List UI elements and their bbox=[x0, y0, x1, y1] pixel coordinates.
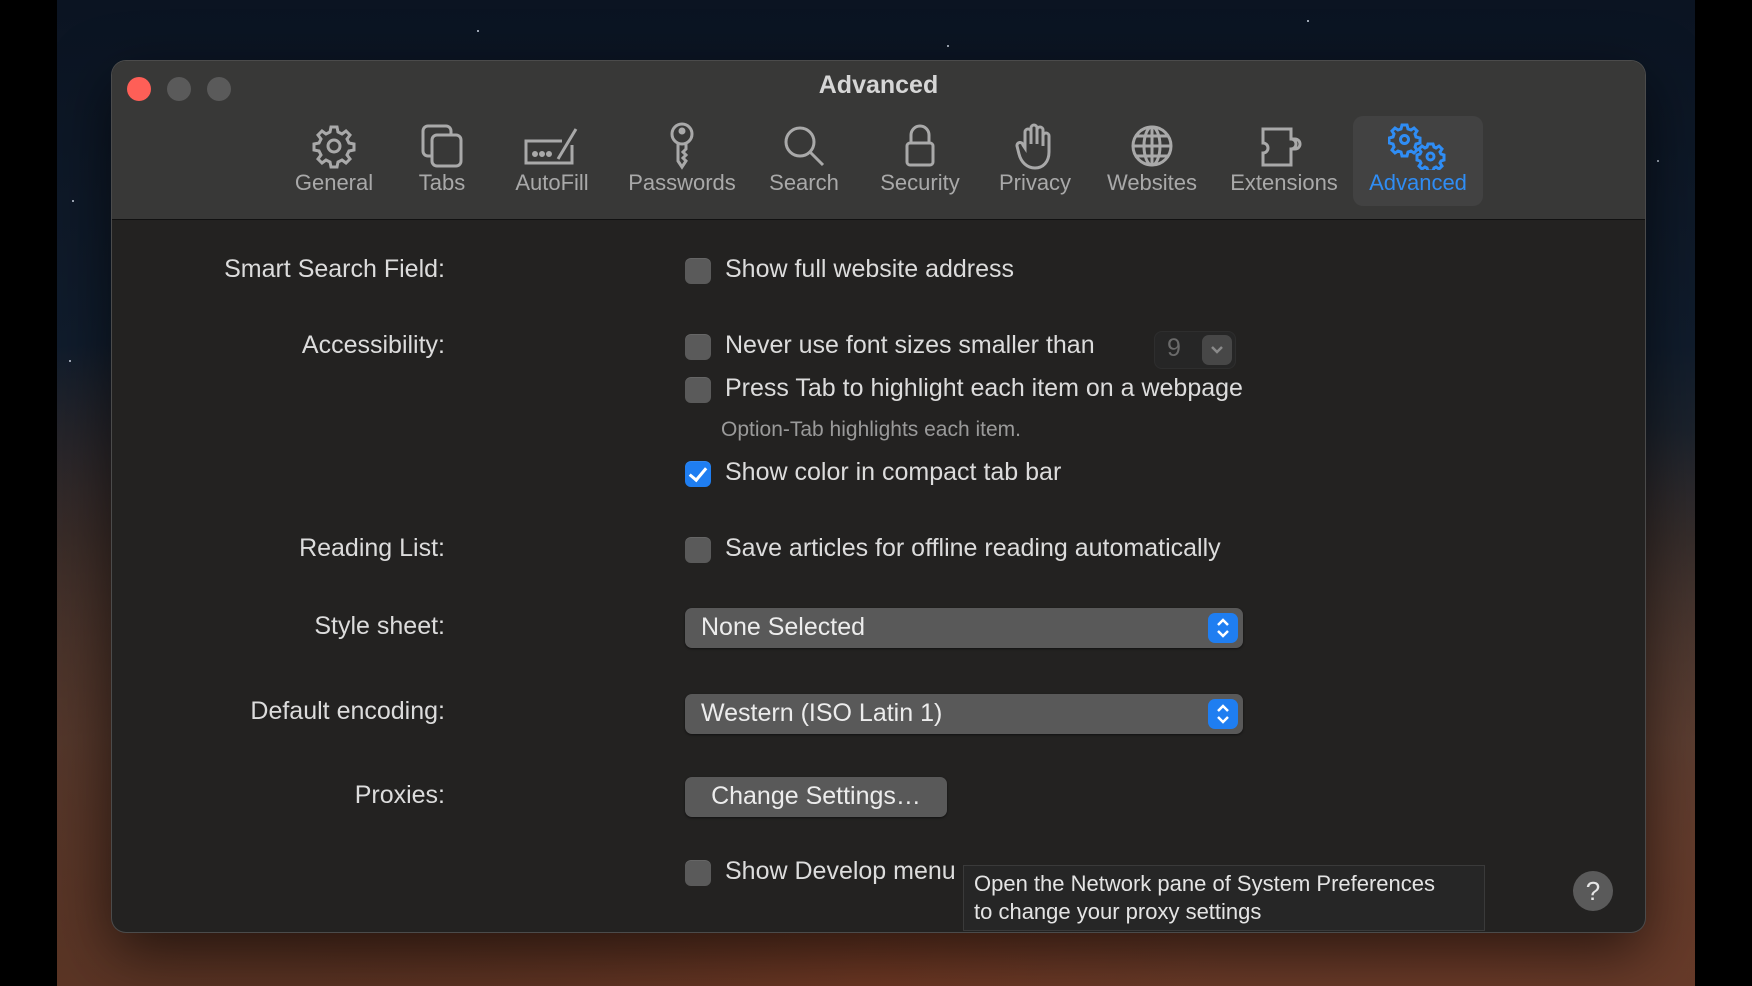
min-font-size-label[interactable]: Never use font sizes smaller than bbox=[725, 331, 1095, 360]
tab-passwords[interactable]: Passwords bbox=[622, 116, 742, 206]
globe-icon bbox=[1129, 122, 1175, 170]
puzzle-icon bbox=[1258, 122, 1310, 170]
preferences-toolbar: General Tabs AutoFill Passwords Search S… bbox=[112, 116, 1645, 208]
star bbox=[477, 30, 479, 32]
gear-icon bbox=[311, 122, 357, 170]
tab-privacy[interactable]: Privacy bbox=[990, 116, 1080, 206]
press-tab-checkbox[interactable] bbox=[685, 377, 711, 403]
save-offline-checkbox[interactable] bbox=[685, 537, 711, 563]
default-encoding-popup[interactable]: Western (ISO Latin 1) bbox=[685, 694, 1243, 734]
tab-advanced[interactable]: Advanced bbox=[1353, 116, 1483, 206]
tab-label: Passwords bbox=[628, 170, 736, 195]
reading-list-label: Reading List: bbox=[299, 534, 445, 562]
style-sheet-popup[interactable]: None Selected bbox=[685, 608, 1243, 648]
tab-security[interactable]: Security bbox=[870, 116, 970, 206]
smart-search-field-label: Smart Search Field: bbox=[224, 255, 445, 283]
show-develop-menu-label[interactable]: Show Develop menu bbox=[725, 857, 956, 886]
tab-label: Websites bbox=[1106, 170, 1198, 195]
key-icon bbox=[662, 122, 702, 170]
star bbox=[69, 360, 71, 362]
preferences-window: Advanced General Tabs AutoFill Passwords… bbox=[112, 61, 1645, 932]
show-color-tab-bar-checkbox[interactable] bbox=[685, 461, 711, 487]
show-develop-menu-checkbox[interactable] bbox=[685, 860, 711, 886]
default-encoding-label: Default encoding: bbox=[250, 697, 445, 725]
up-down-arrows-icon bbox=[1208, 613, 1238, 643]
tab-extensions[interactable]: Extensions bbox=[1222, 116, 1346, 206]
proxies-label: Proxies: bbox=[354, 781, 445, 809]
tab-autofill[interactable]: AutoFill bbox=[507, 116, 597, 206]
star bbox=[1657, 160, 1659, 162]
chevron-down-icon[interactable] bbox=[1202, 335, 1232, 365]
autofill-icon bbox=[522, 122, 582, 170]
tab-label: Privacy bbox=[998, 170, 1072, 195]
change-proxy-settings-button[interactable]: Change Settings… bbox=[685, 777, 947, 817]
tab-label: AutoFill bbox=[515, 170, 589, 195]
proxy-tooltip: Open the Network pane of System Preferen… bbox=[963, 865, 1485, 931]
tab-label: Security bbox=[880, 170, 960, 195]
tooltip-line-1: Open the Network pane of System Preferen… bbox=[974, 871, 1436, 896]
tab-label: Tabs bbox=[418, 170, 466, 195]
min-font-size-combobox[interactable]: 9 bbox=[1154, 331, 1236, 369]
star bbox=[72, 200, 74, 202]
tabs-icon bbox=[419, 122, 465, 170]
min-font-size-value: 9 bbox=[1167, 334, 1181, 362]
title-bar: Advanced General Tabs AutoFill Passwords… bbox=[112, 61, 1645, 220]
min-font-size-checkbox[interactable] bbox=[685, 334, 711, 360]
tab-label: Search bbox=[769, 170, 839, 195]
star bbox=[947, 45, 949, 47]
advanced-settings-pane: Smart Search Field: Show full website ad… bbox=[112, 220, 1645, 932]
star bbox=[1307, 20, 1309, 22]
accessibility-label: Accessibility: bbox=[301, 331, 445, 359]
style-sheet-label: Style sheet: bbox=[314, 612, 445, 640]
show-color-tab-bar-label[interactable]: Show color in compact tab bar bbox=[725, 458, 1061, 487]
default-encoding-value: Western (ISO Latin 1) bbox=[701, 699, 943, 727]
show-full-address-label[interactable]: Show full website address bbox=[725, 255, 1014, 284]
style-sheet-value: None Selected bbox=[701, 613, 866, 641]
gears-icon bbox=[1388, 122, 1448, 170]
hand-icon bbox=[1015, 122, 1055, 170]
up-down-arrows-icon bbox=[1208, 699, 1238, 729]
option-tab-hint: Option-Tab highlights each item. bbox=[721, 418, 1021, 441]
window-title: Advanced bbox=[818, 71, 939, 99]
help-button[interactable]: ? bbox=[1573, 871, 1613, 911]
lock-icon bbox=[902, 122, 938, 170]
tooltip-line-2: to change your proxy settings bbox=[974, 899, 1262, 924]
press-tab-label[interactable]: Press Tab to highlight each item on a we… bbox=[725, 374, 1243, 403]
tab-search[interactable]: Search bbox=[762, 116, 846, 206]
tab-label: Extensions bbox=[1230, 170, 1338, 195]
tab-label: General bbox=[294, 170, 374, 195]
tab-websites[interactable]: Websites bbox=[1100, 116, 1204, 206]
tab-label: Advanced bbox=[1369, 170, 1467, 195]
search-icon bbox=[781, 122, 827, 170]
tab-general[interactable]: General bbox=[282, 116, 386, 206]
show-full-address-checkbox[interactable] bbox=[685, 258, 711, 284]
save-offline-label[interactable]: Save articles for offline reading automa… bbox=[725, 534, 1221, 563]
tab-tabs[interactable]: Tabs bbox=[402, 116, 482, 206]
